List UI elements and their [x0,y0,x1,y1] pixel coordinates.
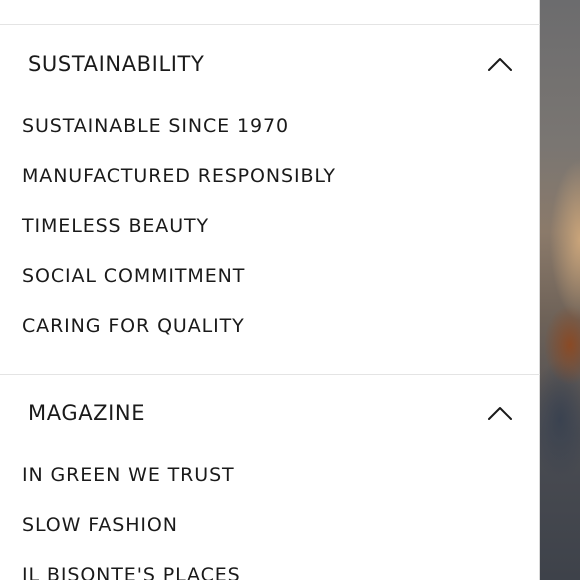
menu-item-slow-fashion[interactable]: SLOW FASHION [22,513,178,537]
menu-item-caring-for-quality[interactable]: CARING FOR QUALITY [22,314,245,338]
menu-item-timeless-beauty[interactable]: TIMELESS BEAUTY [22,214,209,238]
menu-item-il-bisontes-places[interactable]: IL BISONTE'S PLACES [22,563,241,580]
screen: SUSTAINABILITY SUSTAINABLE SINCE 1970 MA… [0,0,580,580]
navigation-drawer: SUSTAINABILITY SUSTAINABLE SINCE 1970 MA… [0,0,540,580]
section-title-sustainability[interactable]: SUSTAINABILITY [28,51,204,77]
section-title-magazine[interactable]: MAGAZINE [28,400,145,426]
chevron-up-icon[interactable] [487,404,513,422]
section-divider [0,24,540,25]
menu-item-manufactured-responsibly[interactable]: MANUFACTURED RESPONSIBLY [22,164,336,188]
menu-item-social-commitment[interactable]: SOCIAL COMMITMENT [22,264,245,288]
background-photo [540,0,580,580]
chevron-up-icon[interactable] [487,55,513,73]
section-divider [0,374,540,375]
menu-item-sustainable-since-1970[interactable]: SUSTAINABLE SINCE 1970 [22,114,289,138]
menu-item-in-green-we-trust[interactable]: IN GREEN WE TRUST [22,463,235,487]
